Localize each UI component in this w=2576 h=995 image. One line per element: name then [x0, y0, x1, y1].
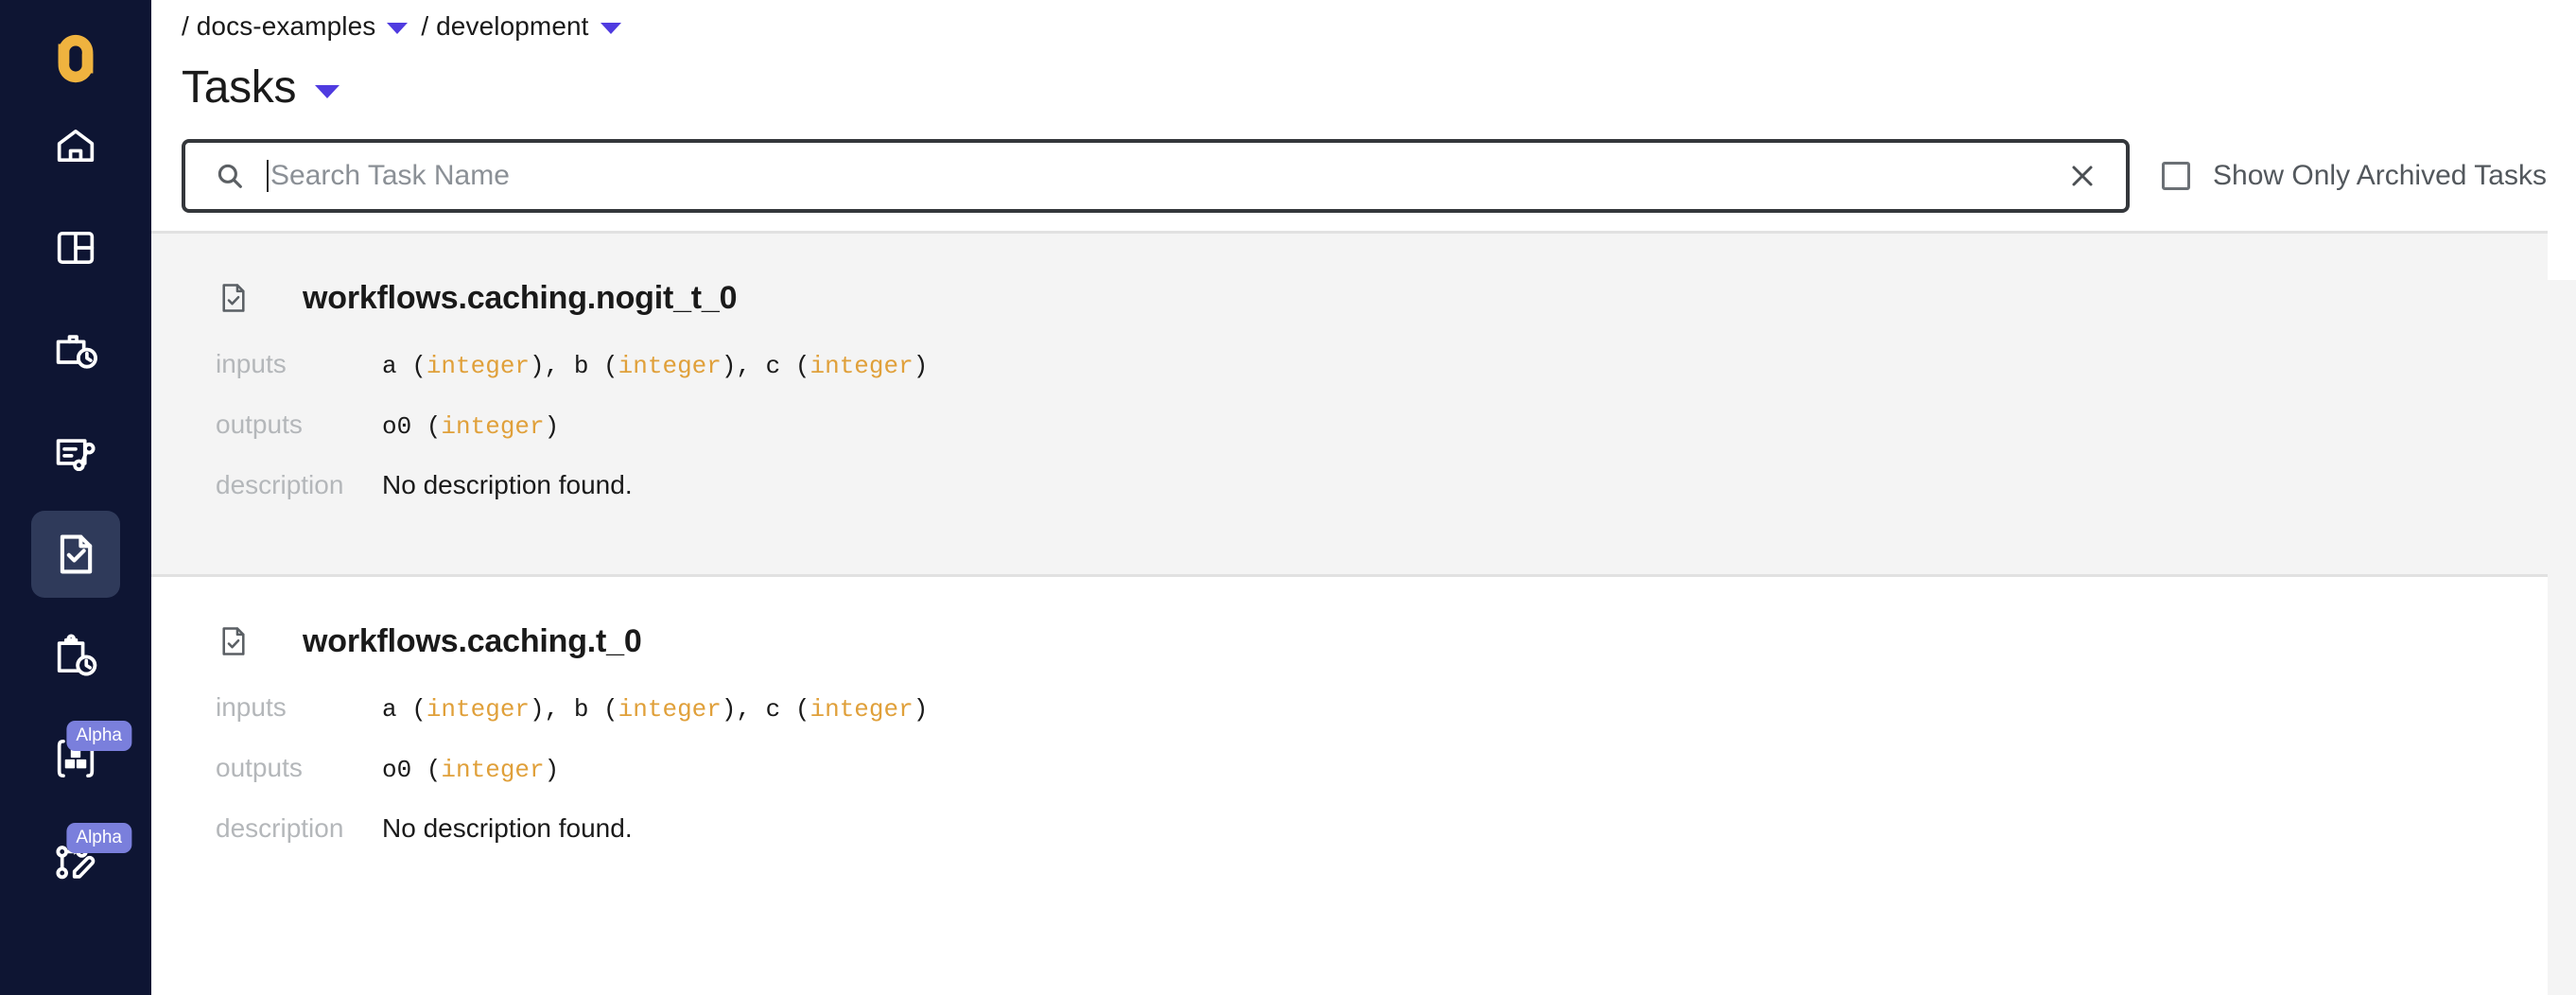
task-title[interactable]: workflows.caching.t_0 [303, 623, 642, 660]
search-box[interactable] [182, 139, 2130, 213]
search-input[interactable] [269, 148, 2065, 204]
breadcrumb-domain[interactable]: / development [421, 11, 588, 42]
literal-token: a ( [382, 695, 426, 724]
literal-token: ) [913, 352, 929, 380]
search-row: Show Only Archived Tasks [151, 136, 2576, 216]
task-card-header: workflows.caching.t_0 [216, 619, 2576, 664]
sidebar-item-home[interactable] [31, 102, 120, 189]
search-icon [214, 160, 246, 192]
document-check-icon [51, 530, 100, 579]
task-row-inputs: inputs a (integer), b (integer), c (inte… [216, 692, 2576, 753]
show-archived-label: Show Only Archived Tasks [2213, 160, 2547, 191]
breadcrumb-project[interactable]: / docs-examples [182, 11, 375, 42]
close-icon[interactable] [2065, 159, 2099, 193]
literal-token: ) [544, 412, 560, 441]
task-row-description: description No description found. [216, 813, 2576, 874]
row-value-inputs: a (integer), b (integer), c (integer) [382, 352, 928, 380]
type-token: integer [426, 695, 531, 724]
row-label-description: description [216, 470, 344, 499]
sidebar-item-dashboard[interactable] [31, 204, 120, 291]
breadcrumb: / docs-examples / development [151, 0, 2576, 53]
show-archived-toggle[interactable]: Show Only Archived Tasks [2162, 160, 2547, 192]
literal-token: a ( [382, 352, 426, 380]
app-root: Alpha Alpha / docs-examples / developmen… [0, 0, 2576, 995]
literal-token: o0 ( [382, 756, 442, 784]
scrollbar-track[interactable] [2548, 280, 2576, 995]
task-row-inputs: inputs a (integer), b (integer), c (inte… [216, 349, 2576, 410]
alpha-badge: Alpha [66, 721, 132, 751]
row-label-inputs: inputs [216, 692, 287, 722]
task-row-outputs: outputs o0 (integer) [216, 410, 2576, 470]
dashboard-panels-icon [51, 223, 100, 272]
document-check-icon [216, 623, 252, 659]
briefcase-clock-icon [51, 325, 100, 375]
task-row-description: description No description found. [216, 470, 2576, 531]
chevron-down-icon-page-title[interactable] [315, 85, 340, 98]
launchplan-icon [51, 428, 100, 477]
task-detail-rows: inputs a (integer), b (integer), c (inte… [216, 349, 2576, 531]
literal-token: ), b ( [530, 695, 618, 724]
literal-token: ), c ( [721, 695, 810, 724]
page-title: Tasks [182, 61, 297, 113]
sidebar-item-tasks[interactable] [31, 511, 120, 598]
page-title-row: Tasks [151, 53, 2576, 121]
row-value-description: No description found. [382, 470, 633, 499]
sidebar: Alpha Alpha [0, 0, 151, 995]
alpha-badge: Alpha [66, 823, 132, 853]
union-logo [46, 29, 105, 88]
row-label-inputs: inputs [216, 349, 287, 378]
literal-token: ), b ( [530, 352, 618, 380]
main-content: / docs-examples / development Tasks Sear… [151, 0, 2576, 995]
type-token: integer [426, 352, 531, 380]
sidebar-item-executions[interactable] [31, 613, 120, 700]
type-token: integer [441, 756, 545, 784]
sidebar-item-workflows[interactable] [31, 306, 120, 393]
task-title[interactable]: workflows.caching.nogit_t_0 [303, 280, 738, 317]
sidebar-item-graph-editor[interactable]: Alpha [31, 817, 132, 904]
row-label-outputs: outputs [216, 753, 303, 782]
row-value-description: No description found. [382, 813, 633, 843]
home-icon [51, 121, 100, 170]
literal-token: o0 ( [382, 412, 442, 441]
vertical-scrollbar[interactable] [2548, 0, 2576, 995]
task-detail-rows: inputs a (integer), b (integer), c (inte… [216, 692, 2576, 874]
literal-token: ) [544, 756, 560, 784]
task-card-header: workflows.caching.nogit_t_0 [216, 275, 2576, 321]
row-label-description: description [216, 813, 344, 843]
literal-token: ) [913, 695, 929, 724]
type-token: integer [809, 695, 914, 724]
task-card[interactable]: workflows.caching.nogit_t_0 inputs a (in… [151, 231, 2576, 577]
task-row-outputs: outputs o0 (integer) [216, 753, 2576, 813]
chevron-down-icon-domain[interactable] [600, 23, 621, 34]
type-token: integer [809, 352, 914, 380]
logo-link[interactable] [0, 15, 151, 102]
row-value-inputs: a (integer), b (integer), c (integer) [382, 695, 928, 724]
type-token: integer [618, 695, 722, 724]
sidebar-item-artifacts[interactable]: Alpha [31, 715, 132, 802]
clipboard-clock-icon [51, 632, 100, 681]
row-value-outputs: o0 (integer) [382, 756, 559, 784]
task-card[interactable]: workflows.caching.t_0 inputs a (integer)… [151, 577, 2576, 917]
document-check-icon [216, 280, 252, 316]
sidebar-item-launch-plans[interactable] [31, 409, 120, 496]
chevron-down-icon-project[interactable] [387, 23, 409, 34]
row-value-outputs: o0 (integer) [382, 412, 559, 441]
task-list: workflows.caching.nogit_t_0 inputs a (in… [151, 231, 2576, 917]
type-token: integer [441, 412, 545, 441]
show-archived-checkbox[interactable] [2162, 162, 2190, 190]
type-token: integer [618, 352, 722, 380]
sidebar-nav-list: Alpha Alpha [0, 102, 151, 919]
literal-token: ), c ( [721, 352, 810, 380]
row-label-outputs: outputs [216, 410, 303, 439]
